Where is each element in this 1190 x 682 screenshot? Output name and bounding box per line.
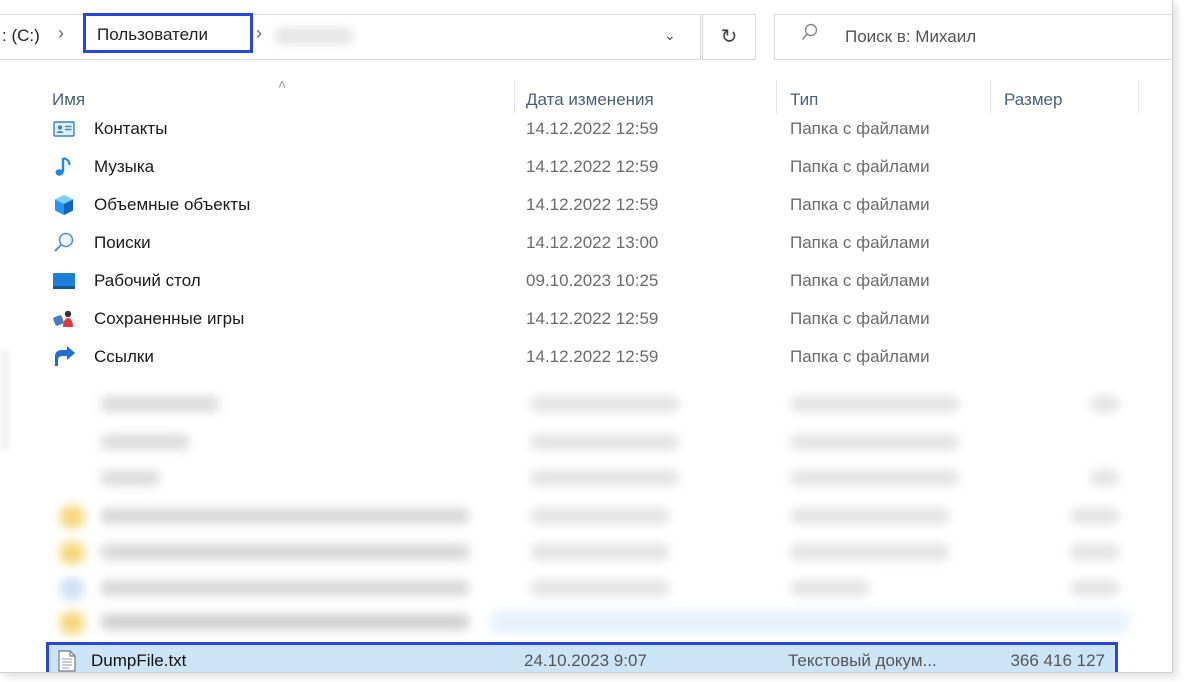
music-icon — [52, 155, 76, 179]
blurred-content — [530, 508, 670, 524]
desktop-icon — [52, 269, 76, 293]
column-header-type[interactable]: Тип — [790, 90, 818, 110]
column-headers: ˄ Имя Дата изменения Тип Размер — [0, 76, 1172, 116]
column-divider[interactable] — [514, 80, 515, 114]
file-type: Папка с файлами — [790, 157, 930, 176]
file-type: Папка с файлами — [790, 195, 930, 214]
file-explorer-window: : (C:) › Пользователи › ⌄ ↻ ˄ Имя Дат — [0, 0, 1173, 673]
search-icon — [801, 23, 819, 49]
file-name: Объемные объекты — [94, 195, 251, 214]
blurred-content — [790, 396, 960, 412]
sort-ascending-icon: ˄ — [278, 76, 287, 92]
list-item-saved-games[interactable]: Сохраненные игры 14.12.2022 12:59 Папка … — [0, 301, 1172, 339]
file-date: 24.10.2023 9:07 — [524, 651, 647, 670]
file-type: Папка с файлами — [790, 119, 930, 138]
blurred-content — [60, 578, 84, 600]
search-input[interactable] — [843, 26, 1147, 48]
navigation-toolbar: : (C:) › Пользователи › ⌄ ↻ — [0, 0, 1172, 76]
address-bar[interactable]: : (C:) › Пользователи › ⌄ — [0, 13, 701, 60]
search-box[interactable] — [774, 14, 1171, 60]
blurred-content — [1070, 544, 1120, 560]
blurred-content — [790, 470, 960, 486]
file-type: Папка с файлами — [790, 271, 930, 290]
blurred-content — [100, 434, 190, 450]
blurred-content — [100, 580, 470, 596]
column-header-name[interactable]: Имя — [52, 90, 85, 110]
column-divider[interactable] — [776, 80, 777, 114]
file-date: 14.12.2022 12:59 — [526, 195, 659, 214]
chevron-down-icon[interactable]: ⌄ — [664, 27, 676, 44]
saved-games-icon — [52, 307, 76, 331]
text-file-icon — [57, 650, 77, 672]
column-header-date[interactable]: Дата изменения — [526, 90, 654, 110]
file-name: Ссылки — [94, 347, 154, 366]
blurred-content — [1070, 508, 1120, 524]
contacts-icon — [52, 117, 76, 141]
column-divider[interactable] — [990, 80, 991, 114]
blurred-content — [790, 508, 950, 524]
file-type: Папка с файлами — [790, 347, 930, 366]
blurred-content — [530, 396, 680, 412]
column-header-size[interactable]: Размер — [1004, 90, 1062, 110]
list-item-desktop[interactable]: Рабочий стол 09.10.2023 10:25 Папка с фа… — [0, 263, 1172, 301]
list-item-searches[interactable]: Поиски 14.12.2022 13:00 Папка с файлами — [0, 225, 1172, 263]
file-name: Поиски — [94, 233, 151, 252]
file-type: Папка с файлами — [790, 233, 930, 252]
breadcrumb-users-folder[interactable]: Пользователи — [97, 25, 208, 45]
list-item-music[interactable]: Музыка 14.12.2022 12:59 Папка с файлами — [0, 149, 1172, 187]
blurred-content — [60, 612, 84, 634]
file-date: 14.12.2022 12:59 — [526, 119, 659, 138]
breadcrumb-blurred-username[interactable] — [274, 27, 354, 45]
blurred-file-rows — [0, 378, 1172, 644]
blurred-content — [100, 396, 220, 412]
breadcrumb-drive[interactable]: : (C:) — [2, 26, 40, 46]
blurred-content — [100, 544, 470, 560]
blurred-content — [490, 610, 1130, 634]
blurred-content — [1090, 396, 1120, 412]
3d-objects-icon — [52, 193, 76, 217]
file-date: 14.12.2022 12:59 — [526, 309, 659, 328]
refresh-button[interactable]: ↻ — [702, 14, 756, 60]
file-size: 366 416 127 — [1010, 651, 1105, 670]
blurred-content — [100, 508, 470, 524]
blurred-content — [790, 544, 950, 560]
file-name: Сохраненные игры — [94, 309, 245, 328]
file-type: Текстовый докум... — [788, 651, 937, 670]
blurred-content — [60, 542, 84, 564]
breadcrumb-separator[interactable]: › — [58, 23, 64, 44]
blurred-content — [530, 470, 680, 486]
blurred-content — [790, 580, 870, 596]
file-name: Контакты — [94, 119, 168, 138]
file-type: Папка с файлами — [790, 309, 930, 328]
links-icon — [52, 345, 76, 369]
blurred-content — [1090, 470, 1120, 486]
blurred-content — [790, 434, 960, 450]
blurred-content — [530, 434, 680, 450]
list-item-dumpfile-selected[interactable]: DumpFile.txt 24.10.2023 9:07 Текстовый д… — [46, 642, 1118, 672]
file-date: 09.10.2023 10:25 — [526, 271, 659, 290]
searches-icon — [52, 231, 76, 255]
refresh-icon: ↻ — [720, 26, 738, 48]
list-item-links[interactable]: Ссылки 14.12.2022 12:59 Папка с файлами — [0, 339, 1172, 377]
column-divider[interactable] — [1138, 80, 1139, 114]
blurred-content — [100, 470, 160, 486]
breadcrumb-separator[interactable]: › — [256, 23, 262, 44]
file-date: 14.12.2022 12:59 — [526, 157, 659, 176]
blurred-content — [530, 580, 670, 596]
blurred-content — [100, 614, 470, 630]
breadcrumb-highlight[interactable]: Пользователи — [83, 13, 253, 53]
file-date: 14.12.2022 12:59 — [526, 347, 659, 366]
file-name: Рабочий стол — [94, 271, 201, 290]
file-name: DumpFile.txt — [91, 651, 187, 670]
blurred-content — [1070, 580, 1120, 596]
file-name: Музыка — [94, 157, 155, 176]
file-date: 14.12.2022 13:00 — [526, 233, 659, 252]
blurred-content — [530, 544, 670, 560]
blurred-content — [60, 506, 84, 528]
list-item-contacts[interactable]: Контакты 14.12.2022 12:59 Папка с файлам… — [0, 111, 1172, 149]
list-item-3d-objects[interactable]: Объемные объекты 14.12.2022 12:59 Папка … — [0, 187, 1172, 225]
